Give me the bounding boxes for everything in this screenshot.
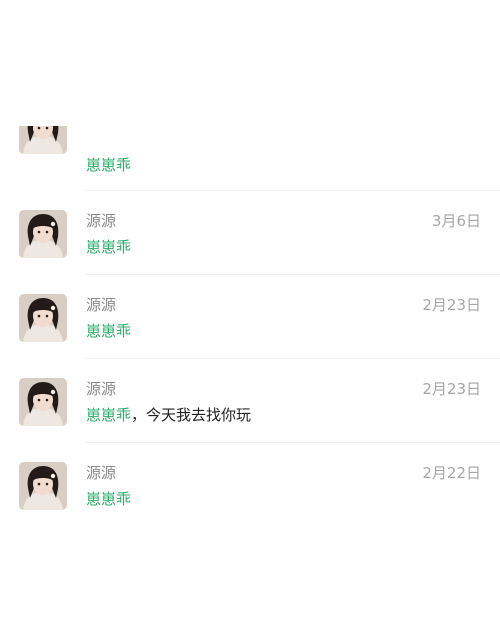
comment-item[interactable]: 源源 2月23日 崽崽乖，今天我去找你玩 <box>0 378 500 462</box>
mention-link[interactable]: 崽崽乖 <box>86 406 131 424</box>
avatar-photo-icon <box>19 126 67 154</box>
avatar-photo-icon <box>19 210 67 258</box>
message-text: 崽崽乖 <box>86 238 131 256</box>
avatar[interactable] <box>19 378 67 426</box>
message-text: 崽崽乖 <box>86 322 131 340</box>
message-text: 崽崽乖 <box>86 156 131 174</box>
comment-item[interactable]: 崽崽乖 <box>0 126 500 210</box>
comment-list: 崽崽乖 源源 3月6日 崽崽乖 源源 2月23日 崽崽乖 源源 2月23日 崽崽… <box>0 0 500 639</box>
avatar-photo-icon <box>19 378 67 426</box>
message-body: ，今天我去找你玩 <box>131 406 252 424</box>
comment-date: 2月23日 <box>422 380 481 398</box>
mention-link[interactable]: 崽崽乖 <box>86 490 131 508</box>
commenter-name[interactable]: 源源 <box>86 296 116 314</box>
comment-item[interactable]: 源源 2月22日 崽崽乖 <box>0 462 500 546</box>
comment-item[interactable]: 源源 3月6日 崽崽乖 <box>0 210 500 294</box>
mention-link[interactable]: 崽崽乖 <box>86 156 131 174</box>
divider <box>86 358 500 359</box>
avatar[interactable] <box>19 210 67 258</box>
mention-link[interactable]: 崽崽乖 <box>86 238 131 256</box>
screen: 崽崽乖 源源 3月6日 崽崽乖 源源 2月23日 崽崽乖 源源 2月23日 崽崽… <box>0 0 500 639</box>
comment-date: 3月6日 <box>431 212 481 230</box>
comment-date: 2月22日 <box>422 464 481 482</box>
commenter-name[interactable]: 源源 <box>86 212 116 230</box>
avatar[interactable] <box>19 294 67 342</box>
avatar-photo-icon <box>19 294 67 342</box>
avatar[interactable] <box>19 126 67 154</box>
divider <box>86 274 500 275</box>
mention-link[interactable]: 崽崽乖 <box>86 322 131 340</box>
avatar[interactable] <box>19 462 67 510</box>
divider <box>86 442 500 443</box>
comment-item[interactable]: 源源 2月23日 崽崽乖 <box>0 294 500 378</box>
commenter-name[interactable]: 源源 <box>86 464 116 482</box>
message-text: 崽崽乖 <box>86 490 131 508</box>
comment-date: 2月23日 <box>422 296 481 314</box>
avatar-photo-icon <box>19 462 67 510</box>
message-text: 崽崽乖，今天我去找你玩 <box>86 406 251 424</box>
divider <box>86 190 500 191</box>
commenter-name[interactable]: 源源 <box>86 380 116 398</box>
